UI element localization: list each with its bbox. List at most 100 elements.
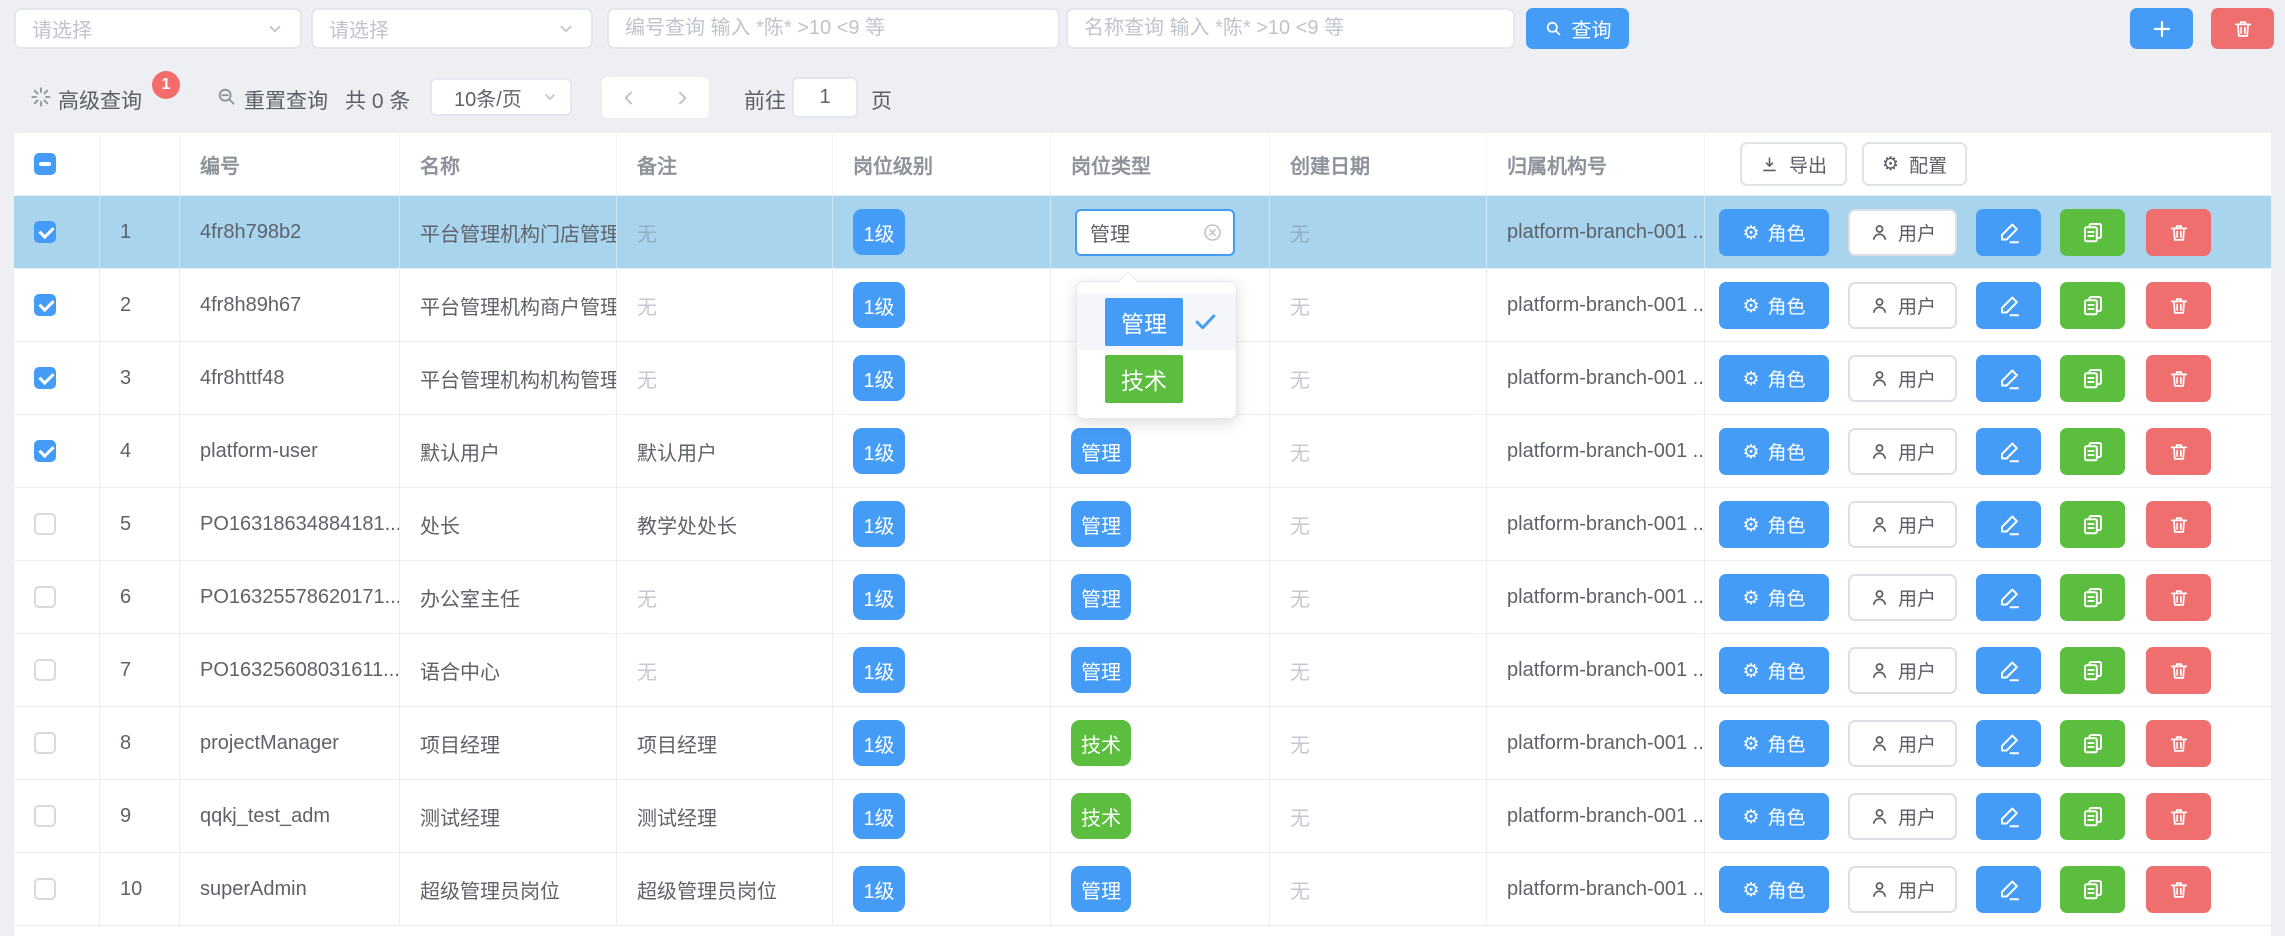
row-delete-button[interactable] bbox=[2146, 428, 2211, 475]
row-select-cell bbox=[14, 269, 100, 341]
user-button[interactable]: 用户 bbox=[1848, 428, 1957, 475]
export-button[interactable]: 导出 bbox=[1740, 142, 1847, 186]
row-checkbox[interactable] bbox=[34, 805, 56, 827]
user-button[interactable]: 用户 bbox=[1848, 355, 1957, 402]
user-button[interactable]: 用户 bbox=[1848, 720, 1957, 767]
copy-button[interactable] bbox=[2060, 355, 2125, 402]
row-delete-button[interactable] bbox=[2146, 647, 2211, 694]
user-button[interactable]: 用户 bbox=[1848, 209, 1957, 256]
role-button[interactable]: ⚙角色 bbox=[1719, 282, 1829, 329]
row-select-cell bbox=[14, 853, 100, 925]
person-icon bbox=[1869, 441, 1890, 462]
edit-button[interactable] bbox=[1976, 647, 2041, 694]
row-actions: ⚙角色用户 bbox=[1705, 488, 2271, 560]
org-filter-select[interactable]: 请选择 bbox=[14, 8, 302, 49]
copy-button[interactable] bbox=[2060, 720, 2125, 767]
user-button[interactable]: 用户 bbox=[1848, 793, 1957, 840]
row-type-cell: 管理 bbox=[1051, 415, 1270, 487]
code-search-input[interactable] bbox=[607, 8, 1060, 49]
copy-button[interactable] bbox=[2060, 282, 2125, 329]
row-actions: ⚙角色用户 bbox=[1705, 269, 2271, 341]
gear-icon: ⚙ bbox=[1742, 806, 1759, 828]
row-checkbox[interactable] bbox=[34, 732, 56, 754]
chevron-right-icon[interactable] bbox=[672, 88, 692, 108]
copy-button[interactable] bbox=[2060, 574, 2125, 621]
user-button[interactable]: 用户 bbox=[1848, 282, 1957, 329]
edit-button[interactable] bbox=[1976, 428, 2041, 475]
role-button[interactable]: ⚙角色 bbox=[1719, 428, 1829, 475]
role-button-label: 角色 bbox=[1768, 292, 1806, 319]
config-button[interactable]: ⚙配置 bbox=[1862, 142, 1967, 186]
role-button[interactable]: ⚙角色 bbox=[1719, 574, 1829, 621]
name-search-input[interactable] bbox=[1066, 8, 1515, 49]
chevron-left-icon[interactable] bbox=[619, 88, 639, 108]
edit-button[interactable] bbox=[1976, 866, 2041, 913]
reset-query-button[interactable]: 重置查询 bbox=[244, 85, 328, 115]
copy-button[interactable] bbox=[2060, 428, 2125, 475]
edit-button[interactable] bbox=[1976, 720, 2041, 767]
row-checkbox[interactable] bbox=[34, 367, 56, 389]
advanced-query-button[interactable]: 高级查询 bbox=[58, 85, 142, 115]
trash-icon bbox=[2168, 733, 2190, 755]
row-delete-button[interactable] bbox=[2146, 866, 2211, 913]
type-option[interactable]: 管理 bbox=[1077, 293, 1236, 350]
dept-filter-select[interactable]: 请选择 bbox=[311, 8, 593, 49]
copy-button[interactable] bbox=[2060, 647, 2125, 694]
type-select[interactable]: 管理 bbox=[1075, 209, 1235, 256]
user-button[interactable]: 用户 bbox=[1848, 866, 1957, 913]
copy-button[interactable] bbox=[2060, 209, 2125, 256]
documents-icon bbox=[2081, 805, 2105, 829]
type-badge: 技术 bbox=[1071, 720, 1131, 766]
row-delete-button[interactable] bbox=[2146, 793, 2211, 840]
row-code: PO16325578620171... bbox=[180, 561, 400, 633]
user-button[interactable]: 用户 bbox=[1848, 647, 1957, 694]
row-delete-button[interactable] bbox=[2146, 355, 2211, 402]
row-delete-button[interactable] bbox=[2146, 574, 2211, 621]
role-button[interactable]: ⚙角色 bbox=[1719, 647, 1829, 694]
row-level-cell: 1级 bbox=[833, 707, 1051, 779]
copy-button[interactable] bbox=[2060, 793, 2125, 840]
user-button-label: 用户 bbox=[1898, 730, 1936, 757]
row-checkbox[interactable] bbox=[34, 878, 56, 900]
type-option[interactable]: 技术 bbox=[1077, 350, 1236, 407]
edit-button[interactable] bbox=[1976, 574, 2041, 621]
row-checkbox[interactable] bbox=[34, 440, 56, 462]
add-button[interactable] bbox=[2130, 8, 2193, 49]
page-size-select[interactable]: 10条/页 bbox=[430, 78, 572, 116]
copy-button[interactable] bbox=[2060, 866, 2125, 913]
table-row: 4platform-user默认用户默认用户1级管理无platform-bran… bbox=[14, 415, 2271, 488]
edit-button[interactable] bbox=[1976, 355, 2041, 402]
role-button[interactable]: ⚙角色 bbox=[1719, 720, 1829, 767]
user-button[interactable]: 用户 bbox=[1848, 501, 1957, 548]
row-index: 7 bbox=[100, 634, 180, 706]
row-delete-button[interactable] bbox=[2146, 501, 2211, 548]
edit-button[interactable] bbox=[1976, 501, 2041, 548]
pencil-icon bbox=[1997, 732, 2021, 756]
row-checkbox[interactable] bbox=[34, 513, 56, 535]
row-checkbox[interactable] bbox=[34, 659, 56, 681]
role-button[interactable]: ⚙角色 bbox=[1719, 355, 1829, 402]
row-checkbox[interactable] bbox=[34, 221, 56, 243]
row-checkbox[interactable] bbox=[34, 294, 56, 316]
role-button[interactable]: ⚙角色 bbox=[1719, 866, 1829, 913]
row-level-cell: 1级 bbox=[833, 488, 1051, 560]
level-badge: 1级 bbox=[853, 501, 905, 547]
row-delete-button[interactable] bbox=[2146, 720, 2211, 767]
search-button[interactable]: 查询 bbox=[1526, 8, 1629, 49]
role-button[interactable]: ⚙角色 bbox=[1719, 501, 1829, 548]
delete-button[interactable] bbox=[2211, 8, 2274, 49]
circle-close-icon[interactable] bbox=[1202, 222, 1223, 243]
goto-page-input[interactable] bbox=[792, 77, 858, 118]
user-button[interactable]: 用户 bbox=[1848, 574, 1957, 621]
edit-button[interactable] bbox=[1976, 793, 2041, 840]
row-level-cell: 1级 bbox=[833, 342, 1051, 414]
edit-button[interactable] bbox=[1976, 282, 2041, 329]
role-button[interactable]: ⚙角色 bbox=[1719, 209, 1829, 256]
copy-button[interactable] bbox=[2060, 501, 2125, 548]
select-all-checkbox[interactable] bbox=[34, 153, 56, 175]
role-button[interactable]: ⚙角色 bbox=[1719, 793, 1829, 840]
row-delete-button[interactable] bbox=[2146, 282, 2211, 329]
row-checkbox[interactable] bbox=[34, 586, 56, 608]
row-delete-button[interactable] bbox=[2146, 209, 2211, 256]
edit-button[interactable] bbox=[1976, 209, 2041, 256]
